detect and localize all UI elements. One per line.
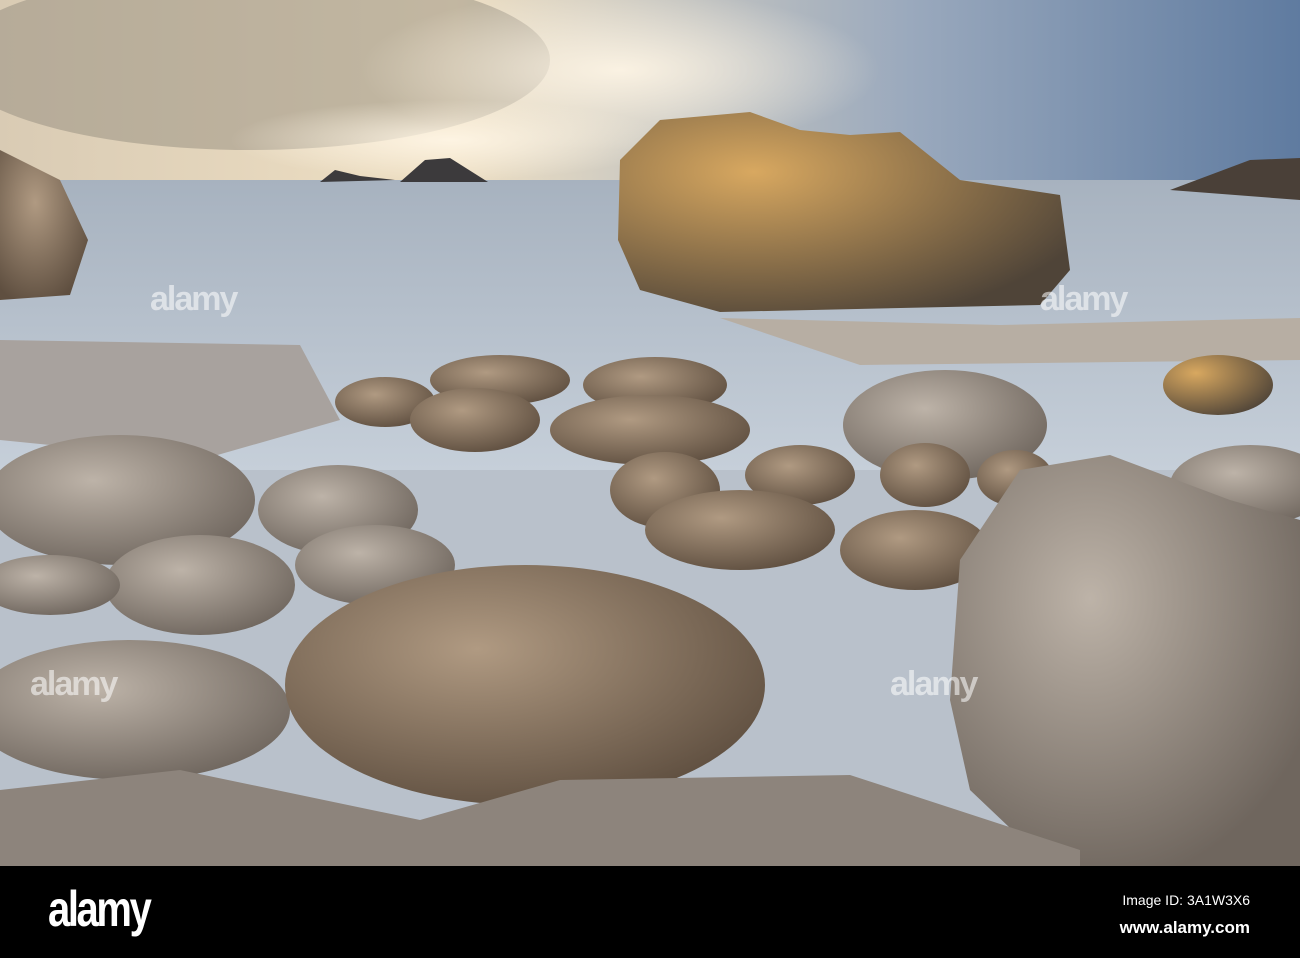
site-url: www.alamy.com [1119, 918, 1250, 937]
alamy-logo: alamy [48, 881, 152, 937]
watermark: alamy [890, 665, 978, 703]
watermark: alamy [30, 665, 118, 703]
stock-photo-page: alamy alamy alamy alamy alamy Image ID: … [0, 0, 1300, 958]
footer-bar: alamy Image ID: 3A1W3X6 www.alamy.com [0, 866, 1300, 958]
watermark: alamy [150, 280, 238, 318]
beach-boulders-photo [0, 0, 1300, 866]
watermark: alamy [1040, 280, 1128, 318]
image-id: Image ID: 3A1W3X6 [1122, 892, 1250, 908]
